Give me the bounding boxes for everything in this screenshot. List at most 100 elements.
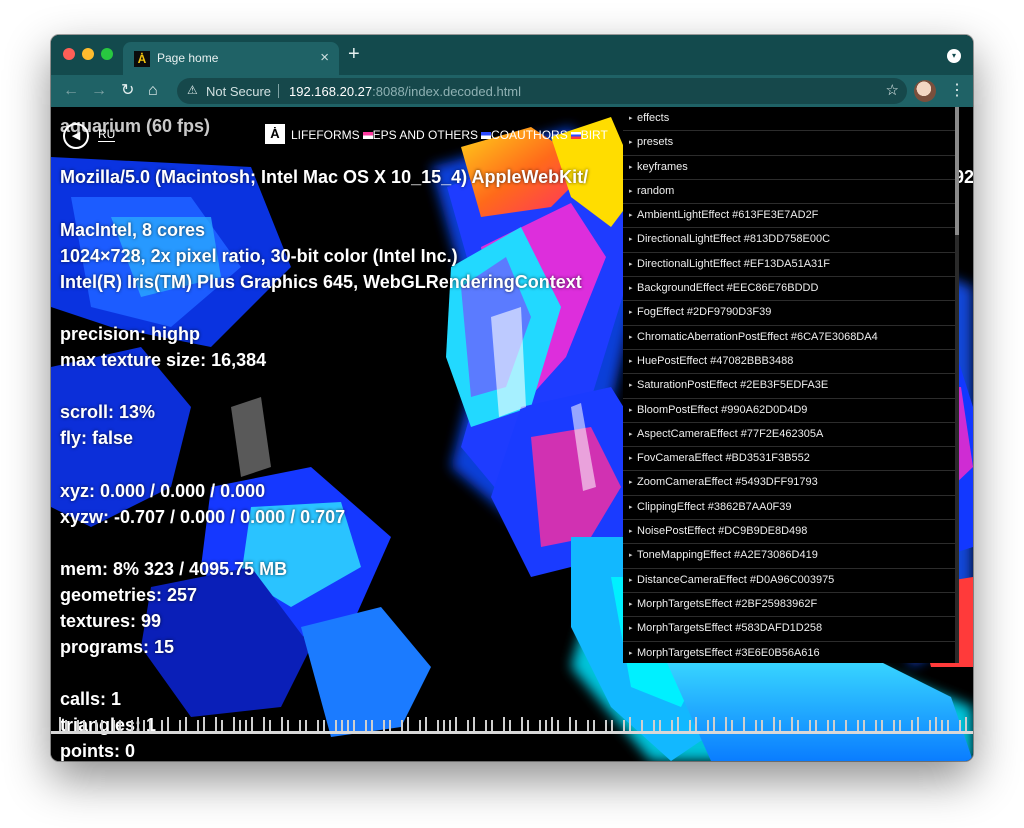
perf-bar	[917, 717, 919, 731]
caret-right-icon: ▸	[629, 357, 633, 365]
tab-strip: Ȧ Page home × + ▾	[51, 35, 973, 75]
url-path: :8088/index.decoded.html	[372, 84, 522, 99]
chevron-down-icon[interactable]: ▾	[947, 49, 961, 63]
nav-link-birth[interactable]: BIRT	[581, 128, 608, 142]
security-status[interactable]: Not Secure	[206, 84, 271, 99]
perf-bar	[179, 720, 181, 731]
info-calls: calls: 1	[60, 689, 122, 709]
perf-bar	[755, 720, 757, 731]
home-button[interactable]: ⌂	[148, 80, 158, 102]
controls-folder-label: FovCameraEffect #BD3531F3B552	[637, 452, 810, 465]
controls-folder-item[interactable]: ▸ SaturationPostEffect #2EB3F5EDFA3E	[623, 374, 955, 399]
controls-panel[interactable]: ▸ effects ▸ presets ▸ keyframes ▸ random ▸ Ambien…	[623, 107, 955, 663]
new-tab-button[interactable]: +	[348, 43, 360, 65]
perf-bar	[203, 717, 205, 731]
controls-folder-item[interactable]: ▸ DirectionalLightEffect #813DD758E00C	[623, 228, 955, 253]
scrollbar-thumb[interactable]	[955, 107, 959, 235]
perf-bar	[731, 720, 733, 731]
reload-button[interactable]: ↻	[121, 80, 134, 102]
controls-folder-label: BloomPostEffect #990A62D0D4D9	[637, 403, 808, 416]
controls-folder-item[interactable]: ▸ DirectionalLightEffect #EF13DA51A31F	[623, 252, 955, 278]
controls-folder-item[interactable]: ▸ BackgroundEffect #EEC86E76BDDD	[623, 277, 955, 302]
page-viewport[interactable]: aquarium (60 fps) ◀ RU Ȧ LIFEFORMS EPS AN…	[51, 107, 973, 761]
controls-folder-item[interactable]: ▸ MorphTargetsEffect #3E6E0B56A616	[623, 641, 955, 663]
info-fly: fly: false	[60, 428, 134, 448]
perf-bar	[131, 720, 133, 731]
controls-folder-label: ChromaticAberrationPostEffect #6CA7E3068…	[637, 330, 878, 343]
perf-bar	[857, 720, 859, 731]
tab-title: Page home	[157, 51, 219, 65]
caret-right-icon: ▸	[629, 430, 633, 438]
controls-folder-item[interactable]: ▸ BloomPostEffect #990A62D0D4D9	[623, 398, 955, 423]
perf-bar	[389, 720, 391, 731]
controls-folder-label: ToneMappingEffect #A2E73086D419	[637, 549, 818, 562]
profile-avatar[interactable]	[914, 80, 936, 102]
perf-bar	[929, 720, 931, 731]
perf-bar	[473, 717, 475, 731]
perf-bar	[161, 720, 163, 731]
controls-folder-item[interactable]: ▸ ZoomCameraEffect #5493DFF91793	[623, 471, 955, 496]
controls-folder-item[interactable]: ▸ ChromaticAberrationPostEffect #6CA7E306…	[623, 325, 955, 350]
nav-link-coauthors[interactable]: COAUTHORS	[491, 128, 568, 142]
url-text[interactable]: 192.168.20.27:8088/index.decoded.html	[289, 84, 521, 99]
url-host: 192.168.20.27	[289, 84, 373, 99]
controls-folder-item[interactable]: ▸ MorphTargetsEffect #583DAFD1D258	[623, 617, 955, 642]
controls-folder-item[interactable]: ▸ NoisePostEffect #DC9B9DE8D498	[623, 520, 955, 545]
close-window-button[interactable]	[63, 48, 75, 60]
language-link[interactable]: RU	[98, 127, 116, 142]
controls-folder-item[interactable]: ▸ ClippingEffect #3862B7AA0F39	[623, 495, 955, 521]
site-logo[interactable]: Ȧ	[265, 124, 285, 144]
perf-bar	[113, 720, 115, 731]
forward-button[interactable]: →	[91, 80, 107, 102]
controls-folder-item[interactable]: ▸ ToneMappingEffect #A2E73086D419	[623, 544, 955, 569]
perf-bar	[407, 717, 409, 731]
perf-bar	[467, 720, 469, 731]
caret-right-icon: ▸	[629, 576, 633, 584]
caret-right-icon: ▸	[629, 139, 633, 147]
nav-link-eps[interactable]: EPS AND OTHERS	[373, 128, 478, 142]
controls-folder-label: AmbientLightEffect #613FE3E7AD2F	[637, 209, 819, 222]
controls-folder-label: NoisePostEffect #DC9B9DE8D498	[637, 525, 808, 538]
controls-folder-item[interactable]: ▸ AspectCameraEffect #77F2E462305A	[623, 422, 955, 448]
perf-bar	[845, 720, 847, 731]
zoom-window-button[interactable]	[101, 48, 113, 60]
perf-bar	[143, 720, 145, 731]
controls-folder-item[interactable]: ▸ FovCameraEffect #BD3531F3B552	[623, 447, 955, 472]
controls-folder-item[interactable]: ▸ AmbientLightEffect #613FE3E7AD2F	[623, 204, 955, 229]
bookmark-star-icon[interactable]: ☆	[886, 81, 899, 99]
warning-icon[interactable]: ⚠	[187, 83, 198, 97]
perf-bar	[401, 720, 403, 731]
controls-folder-item[interactable]: ▸ presets	[623, 131, 955, 156]
browser-window: Ȧ Page home × + ▾ ← → ↻ ⌂ ⚠ Not Secure 1…	[51, 35, 973, 761]
controls-folder-label: DirectionalLightEffect #EF13DA51A31F	[637, 257, 831, 270]
perf-bar	[485, 720, 487, 731]
perf-bar	[653, 720, 655, 731]
caret-right-icon: ▸	[629, 455, 633, 463]
controls-folder-item[interactable]: ▸ MorphTargetsEffect #2BF25983962F	[623, 592, 955, 618]
caret-right-icon: ▸	[629, 600, 633, 608]
controls-scrollbar[interactable]	[955, 107, 959, 663]
controls-folder-item[interactable]: ▸ random	[623, 179, 955, 205]
perf-bar	[941, 720, 943, 731]
controls-folder-item[interactable]: ▸ HuePostEffect #47082BBB3488	[623, 349, 955, 375]
controls-folder-item[interactable]: ▸ keyframes	[623, 155, 955, 180]
perf-bar	[215, 717, 217, 731]
speaker-icon[interactable]: ◀	[63, 123, 89, 149]
perf-timeline-bars	[51, 717, 973, 734]
controls-folder-item[interactable]: ▸ DistanceCameraEffect #D0A96C003975	[623, 568, 955, 593]
info-renderer: Intel(R) Iris(TM) Plus Graphics 645, Web…	[60, 272, 582, 292]
browser-menu-icon[interactable]: ⋮	[949, 80, 965, 102]
perf-bar	[365, 720, 367, 731]
minimize-window-button[interactable]	[82, 48, 94, 60]
back-button[interactable]: ←	[63, 80, 79, 102]
tab-page-home[interactable]: Ȧ Page home ×	[123, 42, 339, 75]
close-tab-icon[interactable]: ×	[320, 49, 329, 67]
controls-folder-item[interactable]: ▸ FogEffect #2DF9790D3F39	[623, 301, 955, 326]
address-bar[interactable]: ⚠ Not Secure 192.168.20.27:8088/index.de…	[177, 78, 907, 104]
nav-link-lifeforms[interactable]: LIFEFORMS	[291, 128, 360, 142]
perf-bar	[245, 720, 247, 731]
perf-bar	[641, 720, 643, 731]
controls-folder-label: keyframes	[637, 160, 688, 173]
controls-folder-label: SaturationPostEffect #2EB3F5EDFA3E	[637, 379, 829, 392]
controls-folder-item[interactable]: ▸ effects	[623, 107, 955, 132]
